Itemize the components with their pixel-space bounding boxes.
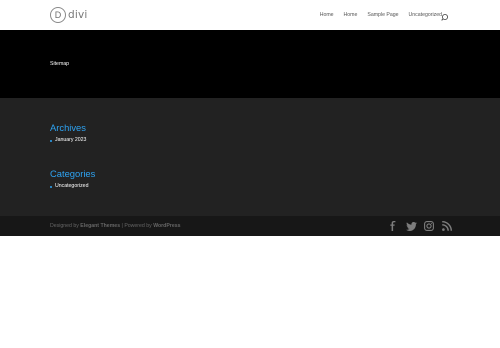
nav-item-home[interactable]: Home: [320, 11, 334, 19]
categories-list: Uncategorized: [50, 183, 88, 190]
twitter-icon[interactable]: [404, 220, 418, 232]
page-hero: [0, 30, 500, 98]
nav-item-uncategorized[interactable]: Uncategorized: [409, 11, 442, 19]
footer-credits: Designed by Elegant Themes | Powered by …: [50, 223, 180, 229]
logo-text: divi: [68, 8, 88, 21]
nav-item-home-2[interactable]: Home: [344, 11, 358, 19]
social-icons: [386, 220, 458, 232]
list-item: January 2023: [50, 137, 86, 144]
archives-title: Archives: [50, 122, 86, 133]
categories-title: Categories: [50, 168, 96, 179]
rss-icon[interactable]: [440, 220, 454, 232]
facebook-icon[interactable]: [386, 220, 400, 232]
logo-mark: D: [50, 7, 66, 23]
instagram-icon[interactable]: [422, 220, 436, 232]
credit-separator: | Powered by: [121, 223, 152, 229]
search-icon[interactable]: [441, 10, 451, 21]
archive-link-january-2023[interactable]: January 2023: [55, 137, 86, 144]
footer-widgets: [0, 98, 500, 216]
elegant-themes-link[interactable]: Elegant Themes: [80, 223, 120, 229]
wordpress-link[interactable]: WordPress: [153, 223, 180, 229]
nav-item-sample-page[interactable]: Sample Page: [367, 11, 398, 19]
list-item: Uncategorized: [50, 183, 88, 190]
site-logo[interactable]: D divi: [50, 7, 88, 23]
main-nav: Home Home Sample Page Uncategorized: [310, 11, 442, 19]
page-title: Sitemap: [50, 61, 70, 67]
bullet-icon: [50, 139, 52, 142]
category-link-uncategorized[interactable]: Uncategorized: [55, 183, 88, 190]
archives-list: January 2023: [50, 137, 86, 144]
site-header: D divi Home Home Sample Page Uncategoriz…: [0, 0, 500, 30]
bullet-icon: [50, 185, 52, 188]
credit-prefix: Designed by: [50, 223, 79, 229]
